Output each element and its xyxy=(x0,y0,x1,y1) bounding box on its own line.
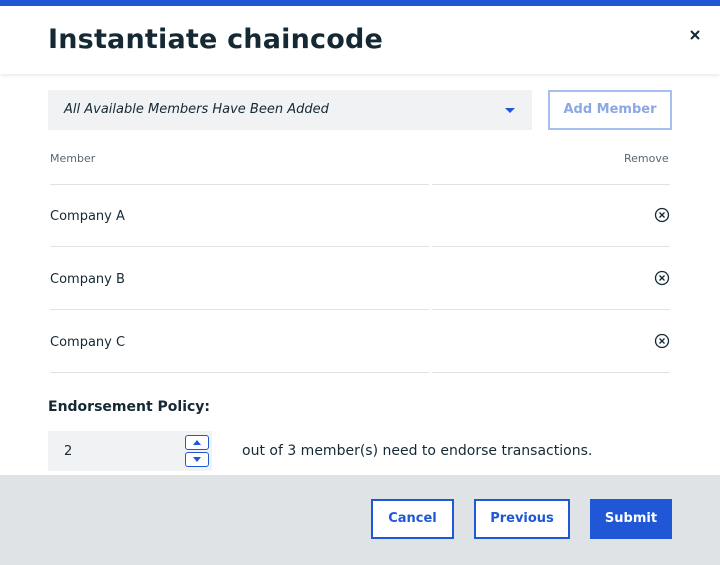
remove-circle-icon[interactable] xyxy=(654,270,670,286)
table-divider xyxy=(50,309,429,310)
previous-button[interactable]: Previous xyxy=(474,499,570,539)
member-name: Company C xyxy=(50,335,126,350)
cancel-button[interactable]: Cancel xyxy=(371,499,454,539)
remove-circle-icon[interactable] xyxy=(654,207,670,223)
table-divider xyxy=(432,372,670,373)
endorsement-count-input[interactable]: 2 xyxy=(48,431,212,471)
close-icon[interactable] xyxy=(684,24,706,46)
endorsement-policy-label: Endorsement Policy: xyxy=(48,399,211,415)
endorsement-policy-description: out of 3 member(s) need to endorse trans… xyxy=(242,443,593,459)
column-header-member: Member xyxy=(50,152,96,165)
decrement-button[interactable] xyxy=(185,452,209,467)
chevron-up-icon xyxy=(193,440,201,445)
remove-circle-icon[interactable] xyxy=(654,333,670,349)
add-member-button[interactable]: Add Member xyxy=(548,90,672,130)
member-select[interactable]: All Available Members Have Been Added xyxy=(48,90,532,130)
increment-button[interactable] xyxy=(185,435,209,450)
member-name: Company B xyxy=(50,272,125,287)
table-divider xyxy=(432,309,670,310)
chevron-down-icon xyxy=(505,108,515,113)
endorsement-count-value: 2 xyxy=(64,444,73,459)
table-divider xyxy=(432,246,670,247)
dialog-footer: Cancel Previous Submit xyxy=(0,475,720,565)
table-divider xyxy=(50,246,429,247)
member-select-value: All Available Members Have Been Added xyxy=(64,102,329,117)
submit-button[interactable]: Submit xyxy=(590,499,672,539)
table-divider xyxy=(432,184,670,185)
table-divider xyxy=(50,184,429,185)
dialog-title: Instantiate chaincode xyxy=(48,24,384,55)
column-header-remove: Remove xyxy=(624,152,669,165)
scrolled-label-fragment: ‾‾ xyxy=(48,74,59,81)
member-name: Company A xyxy=(50,209,125,224)
dialog-header: Instantiate chaincode xyxy=(0,6,720,74)
table-divider xyxy=(50,372,429,373)
dialog-body: ‾‾ All Available Members Have Been Added… xyxy=(0,74,720,475)
chevron-down-icon xyxy=(193,457,201,462)
